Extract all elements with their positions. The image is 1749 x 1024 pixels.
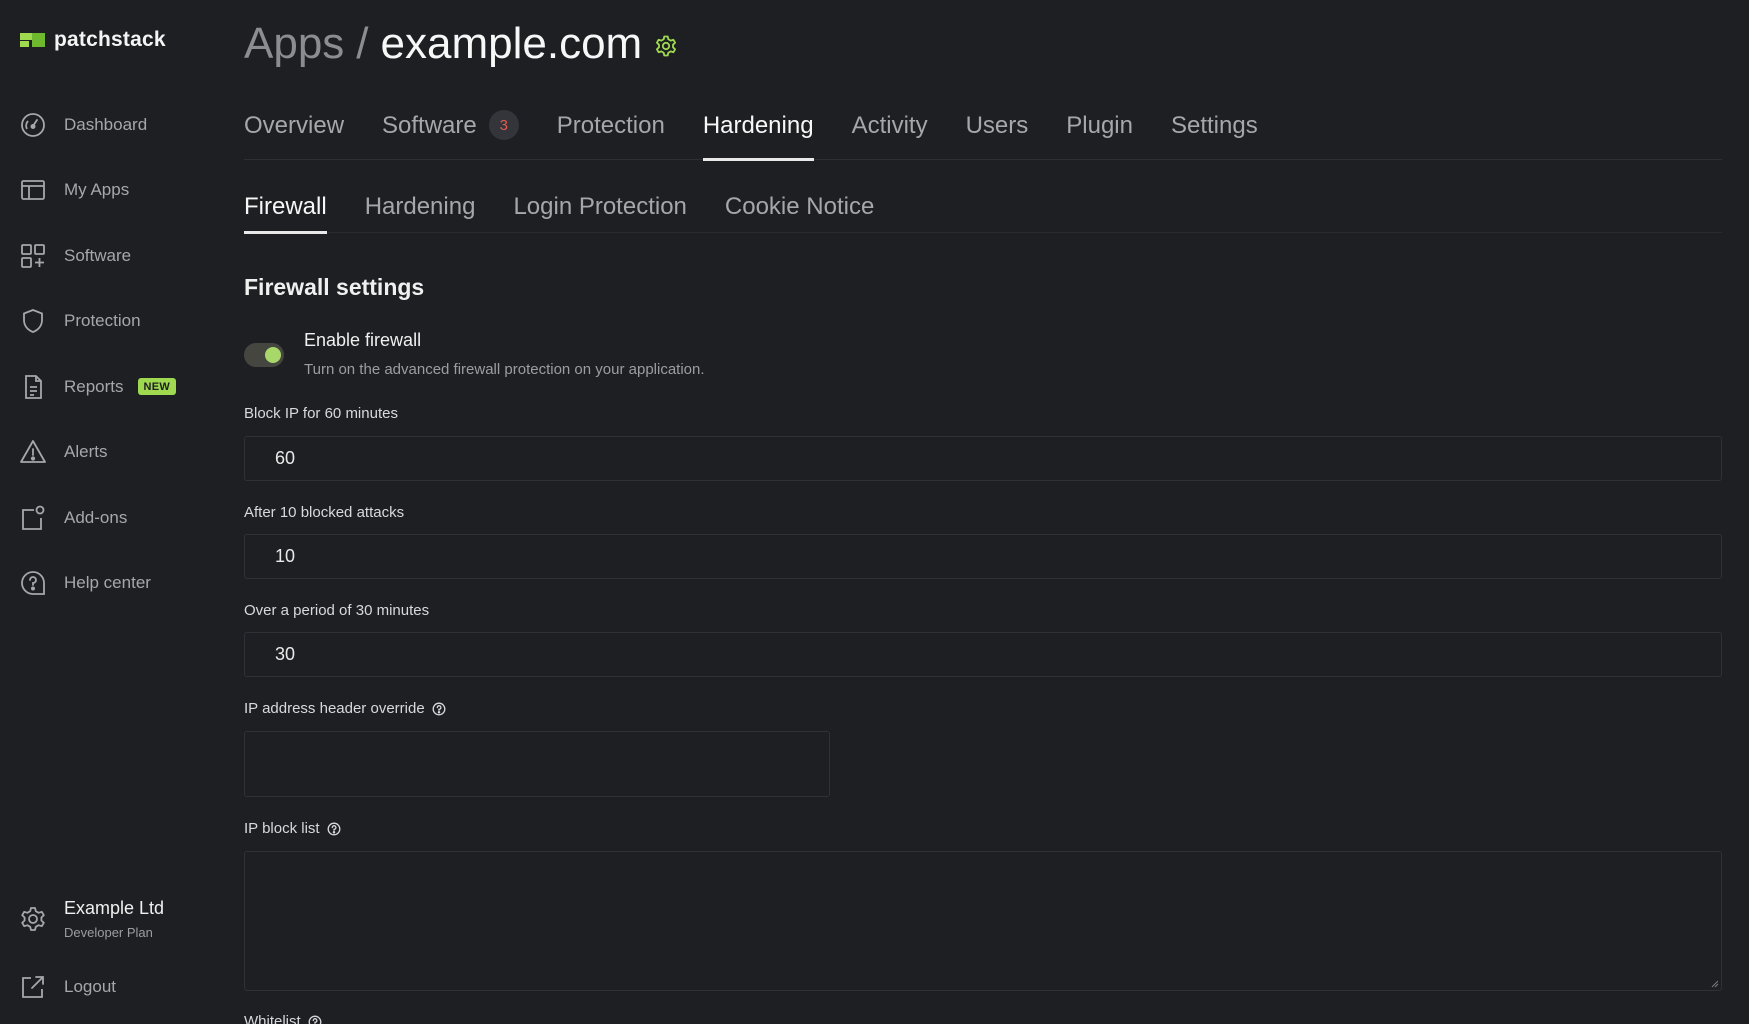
enable-firewall-description: Turn on the advanced firewall protection… xyxy=(304,361,705,378)
tab-software[interactable]: Software 3 xyxy=(382,108,519,160)
tab-overview[interactable]: Overview xyxy=(244,108,344,160)
sidebar-item-label: My Apps xyxy=(64,180,130,200)
sidebar-item-label: Help center xyxy=(64,573,151,593)
sidebar-item-add-ons[interactable]: Add-ons xyxy=(0,485,230,551)
tab-plugin[interactable]: Plugin xyxy=(1066,108,1133,160)
sidebar-item-label: Protection xyxy=(64,311,141,331)
sidebar-item-protection[interactable]: Protection xyxy=(0,289,230,355)
tab-settings[interactable]: Settings xyxy=(1171,108,1258,160)
sidebar-item-help-center[interactable]: Help center xyxy=(0,551,230,617)
software-count-badge: 3 xyxy=(488,110,519,140)
tab-label: Protection xyxy=(556,112,665,139)
section-title: Firewall settings xyxy=(244,274,425,300)
header-override-input[interactable] xyxy=(244,731,830,797)
tab-label: Settings xyxy=(1170,112,1258,139)
site-name: example.com xyxy=(380,19,643,68)
header-override-label: IP address header override xyxy=(244,700,425,717)
sidebar-nav: Dashboard My Apps Software Protection Re… xyxy=(0,92,230,616)
tab-label: Plugin xyxy=(1066,112,1133,139)
after-attacks-label: After 10 blocked attacks xyxy=(244,504,405,521)
sidebar-item-label: Alerts xyxy=(64,442,108,462)
hardening-subtabs: Firewall Hardening Login Protection Cook… xyxy=(244,183,1722,234)
subtab-firewall[interactable]: Firewall xyxy=(244,183,327,234)
tab-label: Users xyxy=(965,112,1029,139)
warning-triangle-icon xyxy=(20,440,46,464)
add-on-icon xyxy=(22,505,45,530)
over-period-input[interactable] xyxy=(244,632,1722,677)
sidebar-item-label: Dashboard xyxy=(64,114,148,134)
sidebar-item-dashboard[interactable]: Dashboard xyxy=(0,92,230,158)
subtab-hardening[interactable]: Hardening xyxy=(365,183,476,233)
site-settings-gear-icon[interactable] xyxy=(654,34,678,58)
logo[interactable]: patchstack xyxy=(20,28,166,52)
grid-plus-icon xyxy=(21,243,45,268)
gear-icon xyxy=(21,907,45,931)
sidebar-item-software[interactable]: Software xyxy=(0,223,230,289)
sidebar-item-label: Software xyxy=(64,245,132,265)
layout-icon xyxy=(21,180,45,201)
sidebar-item-my-apps[interactable]: My Apps xyxy=(0,158,230,224)
tab-hardening[interactable]: Hardening xyxy=(702,108,814,161)
gauge-icon xyxy=(21,112,45,137)
app-tabs: Overview Software 3 Protection Hardening … xyxy=(244,108,1722,161)
after-attacks-input[interactable] xyxy=(244,534,1722,579)
block-list-textarea[interactable] xyxy=(244,851,1722,991)
document-icon xyxy=(25,374,42,399)
block-list-label: IP block list xyxy=(244,820,320,837)
enable-firewall-row: Enable firewall Turn on the advanced fir… xyxy=(244,330,705,378)
account-name: Example Ltd xyxy=(64,898,165,918)
tab-activity[interactable]: Activity xyxy=(852,108,928,160)
tab-users[interactable]: Users xyxy=(966,108,1029,160)
block-ip-label: Block IP for 60 minutes xyxy=(244,405,398,422)
header-override-label-row: IP address header override xyxy=(244,700,446,717)
logout-label: Logout xyxy=(64,977,116,996)
subtab-login-protection[interactable]: Login Protection xyxy=(513,183,686,233)
shield-icon xyxy=(23,309,43,334)
enable-firewall-title: Enable firewall xyxy=(304,330,422,350)
subtab-cookie-notice[interactable]: Cookie Notice xyxy=(725,183,874,233)
help-icon[interactable] xyxy=(432,702,446,716)
help-circle-icon xyxy=(21,571,45,596)
tab-label: Activity xyxy=(851,112,928,139)
logout-button[interactable]: Logout xyxy=(19,973,116,1001)
account-switcher[interactable]: Example Ltd Developer Plan xyxy=(19,898,164,940)
over-period-label: Over a period of 30 minutes xyxy=(244,602,430,619)
tab-label: Software xyxy=(382,112,477,139)
external-link-icon xyxy=(22,976,44,998)
tab-protection[interactable]: Protection xyxy=(557,108,665,160)
block-list-label-row: IP block list xyxy=(244,820,341,837)
help-icon[interactable] xyxy=(308,1015,322,1024)
brand-name: patchstack xyxy=(54,28,166,51)
toggle-knob xyxy=(265,347,281,363)
sidebar-item-alerts[interactable]: Alerts xyxy=(0,420,230,486)
breadcrumb-separator: / xyxy=(356,19,369,68)
resize-grip-icon[interactable] xyxy=(1709,978,1719,988)
whitelist-label: Whitelist xyxy=(244,1013,301,1024)
tab-label: Hardening xyxy=(702,112,814,139)
sidebar-item-label: Reports xyxy=(64,376,124,396)
sidebar-item-reports[interactable]: Reports NEW xyxy=(0,354,230,420)
new-badge: NEW xyxy=(137,378,177,396)
help-icon[interactable] xyxy=(327,822,341,836)
account-plan: Developer Plan xyxy=(64,925,153,940)
sidebar-item-label: Add-ons xyxy=(64,507,128,527)
patchstack-logo-icon xyxy=(20,30,46,50)
block-ip-input[interactable] xyxy=(244,436,1722,481)
sidebar: patchstack Dashboard My Apps Software Pr… xyxy=(0,0,230,1024)
enable-firewall-toggle[interactable] xyxy=(244,343,284,367)
whitelist-label-row: Whitelist xyxy=(244,1013,322,1024)
page-title: Apps / example.com xyxy=(244,14,678,74)
tab-label: Overview xyxy=(244,112,345,139)
breadcrumb-apps[interactable]: Apps xyxy=(244,19,344,69)
block-list-wrapper xyxy=(244,851,1722,991)
